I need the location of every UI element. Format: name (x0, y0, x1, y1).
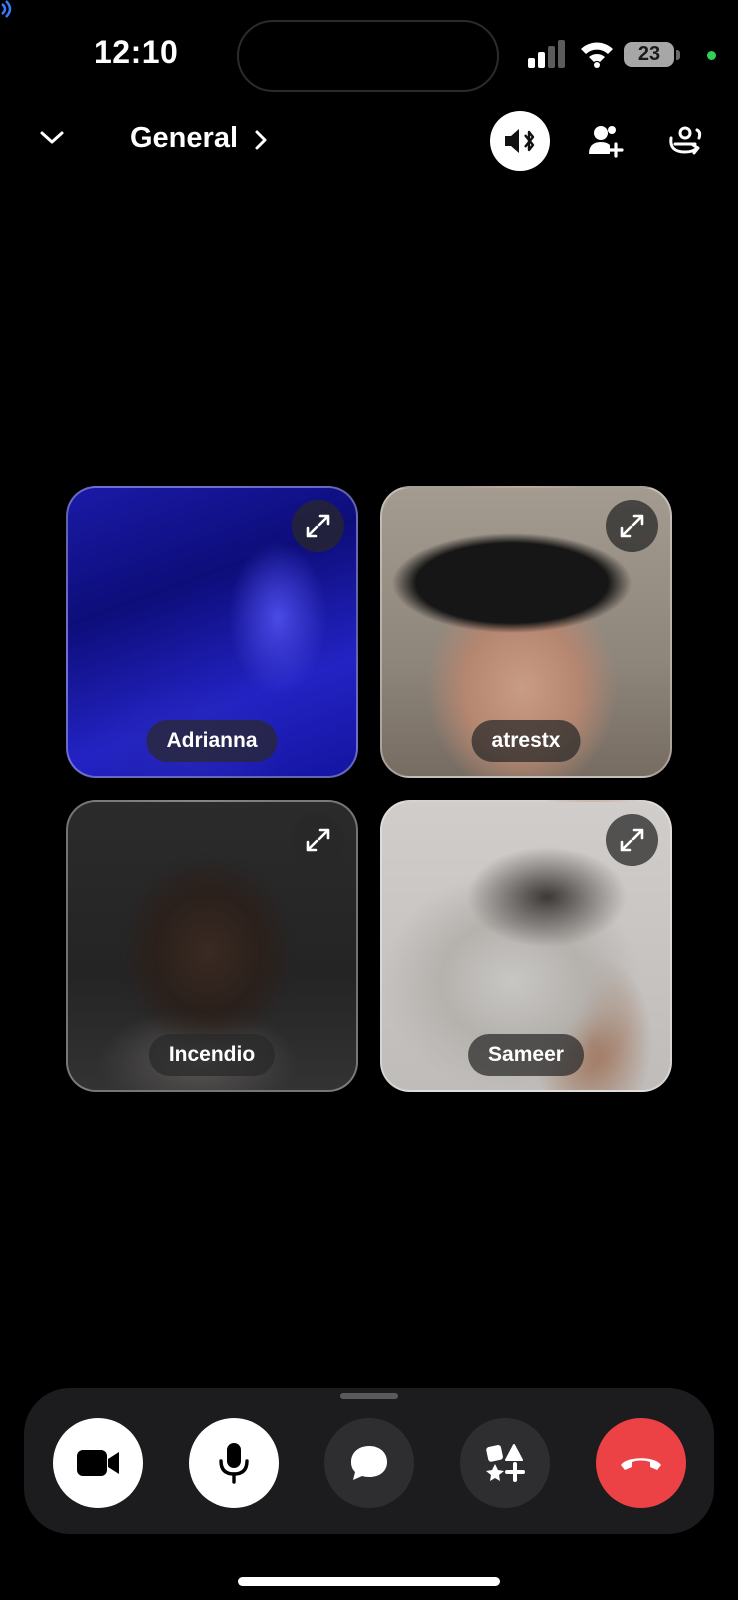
battery-terminal (676, 50, 680, 60)
invite-participant-button[interactable] (583, 118, 629, 164)
activities-button[interactable] (460, 1418, 550, 1508)
speaker-bluetooth-icon (505, 129, 535, 153)
collapse-call-button[interactable] (36, 122, 68, 154)
end-call-button[interactable] (596, 1418, 686, 1508)
status-time: 12:10 (94, 34, 179, 70)
microphone-icon (219, 1443, 249, 1484)
toggle-camera-button[interactable] (53, 1418, 143, 1508)
hang-up-icon (621, 1458, 661, 1470)
expand-icon (306, 514, 330, 538)
participant-name-label: atrestx (471, 720, 581, 762)
participant-name-label: Adrianna (146, 720, 278, 762)
channel-name[interactable]: General (130, 122, 238, 155)
chevron-right-icon[interactable] (250, 128, 272, 152)
drag-handle[interactable] (340, 1393, 398, 1399)
add-person-icon (589, 126, 624, 158)
cellular-signal-icon (528, 40, 565, 68)
participant-video-tile[interactable]: Adrianna (66, 486, 358, 778)
participant-name-label: Incendio (148, 1034, 276, 1076)
toggle-microphone-button[interactable] (189, 1418, 279, 1508)
dynamic-island (237, 20, 499, 92)
expand-video-button[interactable] (606, 814, 658, 866)
switch-camera-button[interactable] (662, 118, 708, 164)
open-chat-button[interactable] (324, 1418, 414, 1508)
battery-icon: 23 (624, 42, 674, 67)
switch-camera-icon (669, 126, 702, 155)
expand-icon (620, 828, 644, 852)
camera-in-use-indicator (707, 51, 716, 60)
participant-video-tile[interactable]: atrestx (380, 486, 672, 778)
audio-output-button[interactable] (490, 111, 550, 171)
expand-icon (620, 514, 644, 538)
participant-name-label: Sameer (468, 1034, 584, 1076)
participant-video-tile[interactable]: Sameer (380, 800, 672, 1092)
participant-video-tile[interactable]: Incendio (66, 800, 358, 1092)
home-indicator[interactable] (238, 1577, 500, 1586)
audio-indicator-icon (1, 0, 12, 18)
chevron-down-icon (40, 131, 64, 144)
expand-icon (306, 828, 330, 852)
camera-icon (77, 1450, 119, 1476)
expand-video-button[interactable] (292, 500, 344, 552)
expand-video-button[interactable] (292, 814, 344, 866)
chat-bubble-icon (351, 1446, 387, 1480)
activities-icon (486, 1444, 525, 1482)
expand-video-button[interactable] (606, 500, 658, 552)
wifi-icon (581, 42, 613, 68)
